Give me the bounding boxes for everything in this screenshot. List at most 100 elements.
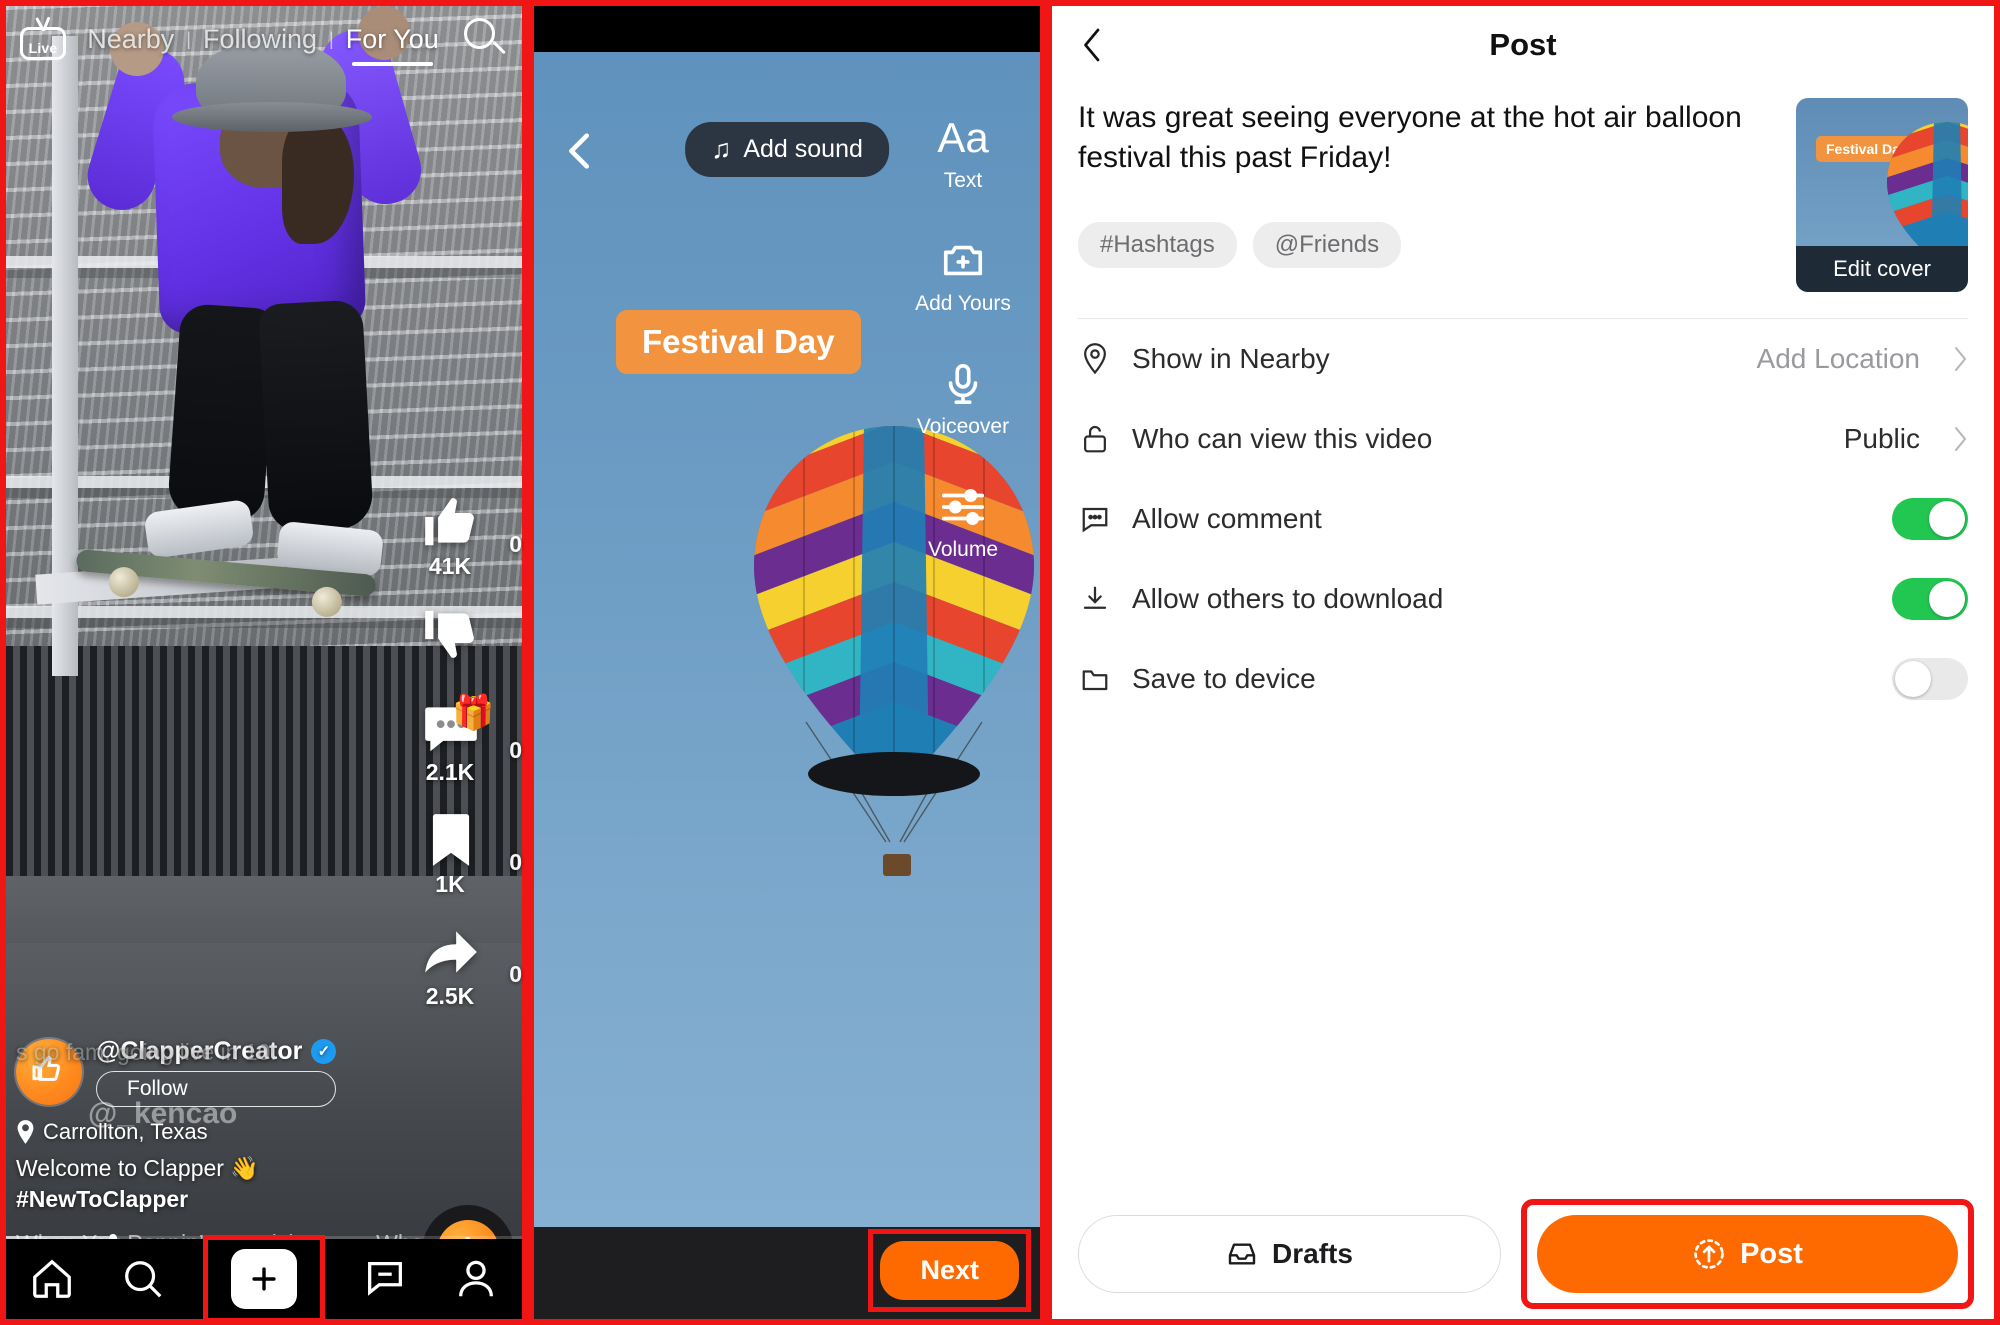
editor-back-button[interactable] [558, 128, 604, 174]
friends-chip[interactable]: @Friends [1252, 222, 1402, 269]
microphone-icon [940, 360, 986, 408]
bookmark-button[interactable]: 1K 0 [398, 809, 522, 913]
nav-profile-icon[interactable] [450, 1253, 502, 1305]
folder-icon [1078, 662, 1112, 696]
feed-action-rail: 41K 0 🎁 2.1K 0 1K 0 2.5K 0 [398, 491, 522, 1025]
setting-label: Show in Nearby [1132, 342, 1330, 374]
bookmark-icon [420, 809, 482, 871]
nav-create-button[interactable] [208, 1240, 320, 1318]
drafts-button[interactable]: Drafts [1078, 1215, 1501, 1293]
comment-button[interactable]: 🎁 2.1K 0 [398, 694, 522, 801]
location-pin-icon [17, 1120, 34, 1144]
post-button[interactable]: Post [1537, 1215, 1958, 1293]
caption-text[interactable]: s go fam, going live in 10! Welcome to C… [16, 1039, 416, 1184]
setting-show-in-nearby[interactable]: Show in Nearby Add Location [1078, 319, 1968, 399]
post-screen: Post It was great seeing everyone at the… [1052, 6, 1994, 1319]
text-tool[interactable]: Aa Text [937, 114, 988, 193]
drafts-tray-icon [1228, 1243, 1256, 1265]
setting-allow-comment[interactable]: Allow comment [1078, 479, 1968, 559]
dislike-button[interactable] [398, 603, 514, 689]
post-settings-list: Show in Nearby Add Location Who can view… [1052, 319, 1994, 719]
volume-label: Volume [927, 538, 999, 561]
feed-tabs: Nearby | Following | For You [66, 24, 460, 66]
toggle-knob [1929, 580, 1965, 617]
edit-cover-button[interactable]: Edit cover [1796, 246, 1968, 292]
tab-following[interactable]: Following [191, 24, 329, 55]
feed-top-bar: Live Nearby | Following | For You [6, 6, 522, 72]
like-count: 41K [428, 553, 472, 579]
bookmark-secondary-count: 0 [509, 849, 522, 875]
ghost-username: @_kencao [88, 1096, 238, 1130]
setting-who-can-view[interactable]: Who can view this video Public [1078, 399, 1968, 479]
thumbs-up-icon [420, 491, 482, 553]
download-icon [1078, 582, 1112, 616]
post-label: Post [1740, 1237, 1803, 1270]
live-icon[interactable]: Live [20, 16, 66, 60]
add-yours-tool[interactable]: Add Yours [915, 237, 1011, 316]
thumbs-down-icon [420, 603, 482, 665]
allow-comment-toggle[interactable] [1892, 497, 1968, 540]
add-yours-label: Add Yours [915, 292, 1011, 315]
video-thumbnail[interactable]: Festival Day Edit cover [1796, 98, 1968, 292]
gift-icon: 🎁 [452, 694, 495, 732]
next-button[interactable]: Next [880, 1241, 1019, 1300]
add-sound-button[interactable]: ♫ Add sound [685, 122, 889, 177]
add-sound-label: Add sound [743, 135, 863, 163]
editor-surface: Festival Day ♫ Add sound Aa Text Add You… [534, 6, 1040, 1319]
caption-column: It was great seeing everyone at the hot … [1078, 98, 1776, 292]
tab-nearby[interactable]: Nearby [75, 24, 186, 55]
caption-input[interactable]: It was great seeing everyone at the hot … [1078, 98, 1776, 178]
caption-chips: #Hashtags @Friends [1078, 222, 1776, 269]
voiceover-tool[interactable]: Voiceover [917, 360, 1009, 439]
sliders-icon [940, 483, 986, 531]
bottom-nav-bar [6, 1239, 522, 1319]
three-panel-screenshot: Live Nearby | Following | For You 41K 0 … [0, 0, 2000, 1325]
nav-inbox-icon[interactable] [359, 1253, 411, 1305]
drafts-label: Drafts [1272, 1238, 1353, 1269]
save-to-device-toggle[interactable] [1892, 657, 1968, 700]
page-title: Post [1489, 27, 1557, 62]
festival-day-sticker[interactable]: Festival Day [616, 310, 861, 374]
caption-ghost-text: s go fam, going live in 10! [16, 1038, 277, 1065]
skater-leg-right [258, 299, 374, 533]
toggle-knob [1929, 500, 1965, 537]
share-count: 2.5K [425, 983, 475, 1009]
share-button[interactable]: 2.5K 0 [398, 921, 522, 1025]
caption-main-text: Welcome to Clapper 👋 [16, 1154, 259, 1181]
location-pin-icon [1078, 342, 1112, 376]
like-button[interactable]: 41K 0 [398, 491, 522, 595]
search-icon-circle [464, 18, 495, 49]
voiceover-label: Voiceover [916, 415, 1010, 438]
share-arrow-icon [420, 921, 482, 983]
text-aa-icon: Aa [937, 114, 988, 162]
search-icon-handle [492, 40, 506, 55]
volume-tool[interactable]: Volume [928, 483, 998, 562]
toggle-knob [1895, 660, 1931, 697]
camera-plus-icon [940, 237, 986, 285]
editor-status-bar [534, 6, 1040, 52]
skater-hat-brim [172, 102, 372, 132]
nav-search-icon[interactable] [117, 1253, 169, 1305]
tab-for-you[interactable]: For You [334, 24, 451, 66]
nav-home-icon[interactable] [26, 1253, 78, 1305]
search-icon[interactable] [460, 15, 508, 63]
share-secondary-count: 0 [509, 961, 522, 987]
post-footer: Drafts Post [1052, 1189, 1994, 1319]
editor-tool-rail: Aa Text Add Yours Voiceover Volume [900, 114, 1026, 562]
comment-bubble-icon [1078, 502, 1112, 536]
feed-panel: Live Nearby | Following | For You 41K 0 … [0, 0, 528, 1325]
setting-save-to-device[interactable]: Save to device [1078, 639, 1968, 719]
plus-icon[interactable] [230, 1249, 297, 1309]
live-label: Live [28, 40, 58, 56]
setting-value: Add Location [1756, 342, 1920, 374]
setting-label: Allow others to download [1132, 582, 1444, 614]
setting-label: Save to device [1132, 662, 1316, 694]
setting-allow-download[interactable]: Allow others to download [1078, 559, 1968, 639]
music-note-icon: ♫ [711, 134, 732, 164]
hashtag-link[interactable]: #NewToClapper [16, 1186, 416, 1213]
allow-download-toggle[interactable] [1892, 577, 1968, 620]
hashtags-chip[interactable]: #Hashtags [1078, 222, 1237, 269]
editor-canvas[interactable]: Festival Day ♫ Add sound Aa Text Add You… [534, 52, 1040, 1227]
setting-label: Allow comment [1132, 502, 1322, 534]
comment-count: 2.1K [425, 759, 475, 785]
